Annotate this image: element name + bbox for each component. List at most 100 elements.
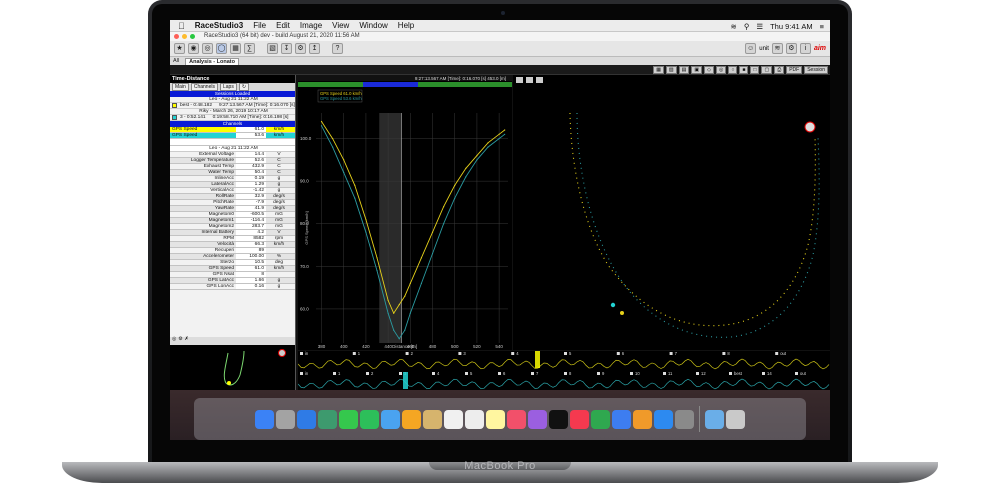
zoom-window-icon[interactable]: [190, 34, 195, 39]
pages-icon[interactable]: [633, 409, 652, 429]
tab-main[interactable]: Main: [172, 83, 189, 91]
tab-laps[interactable]: Laps: [219, 83, 237, 91]
view-btn-7-icon[interactable]: ○: [728, 66, 738, 74]
tab-channels[interactable]: Channels: [190, 83, 218, 91]
menu-help[interactable]: Help: [398, 21, 414, 30]
menu-file[interactable]: File: [253, 21, 266, 30]
minimize-window-icon[interactable]: [182, 34, 187, 39]
wifi-device-icon[interactable]: ≋: [771, 43, 783, 54]
menu-view[interactable]: View: [332, 21, 349, 30]
channel-value: 61.0: [236, 127, 266, 132]
track-map-panel[interactable]: [513, 75, 830, 350]
session-button[interactable]: Session: [804, 66, 828, 74]
music-icon[interactable]: [507, 409, 526, 429]
messages-icon[interactable]: [339, 409, 358, 429]
help-icon[interactable]: ?: [332, 43, 343, 54]
view-btn-4-icon[interactable]: ▣: [691, 66, 703, 74]
map-tool-icon[interactable]: ✗: [185, 337, 189, 345]
channel-search[interactable]: [170, 139, 295, 146]
settings-icon[interactable]: ⚙: [295, 43, 306, 54]
x-tick-label: 480: [429, 344, 437, 349]
control-center-icon[interactable]: ☰: [756, 22, 763, 31]
channel-cell-n: GPS LatAcc: [207, 278, 234, 283]
view-btn-10-icon[interactable]: ▢: [761, 66, 773, 74]
map-tool-3-icon[interactable]: [536, 77, 543, 83]
podcasts-icon[interactable]: [528, 409, 547, 429]
refresh-icon[interactable]: ↻: [238, 83, 250, 91]
lap-strips[interactable]: in12345678outin123456789101112best14out: [297, 351, 830, 390]
channel-cell-n: Sterzo: [220, 260, 234, 265]
map-tool-1-icon[interactable]: [516, 77, 523, 83]
view-btn-2-icon[interactable]: ▧: [665, 66, 677, 74]
gear-icon[interactable]: ⚙: [785, 43, 797, 54]
view-btn-6-icon[interactable]: ◎: [715, 66, 727, 74]
reminders-icon[interactable]: [465, 409, 484, 429]
sessions-icon[interactable]: ▦: [230, 43, 241, 54]
person-icon[interactable]: ☺: [745, 43, 757, 54]
menu-window[interactable]: Window: [359, 21, 387, 30]
x-axis-label: Distance [m]: [392, 344, 417, 349]
finder-icon[interactable]: [255, 409, 274, 429]
unit-label[interactable]: unit: [759, 46, 769, 52]
zoom-icon[interactable]: ◎: [172, 337, 176, 345]
facetime-icon[interactable]: [360, 409, 379, 429]
analysis-icon[interactable]: ◎: [202, 43, 213, 54]
news-icon[interactable]: [570, 409, 589, 429]
view-btn-1-icon[interactable]: ▦: [653, 66, 664, 74]
app-store-icon[interactable]: [654, 409, 673, 429]
notification-icon[interactable]: ≡: [820, 22, 824, 31]
track-minimap[interactable]: [170, 345, 295, 390]
channel-table-row[interactable]: GPS LonAcc 0.16 g: [170, 284, 295, 290]
session-label: Leo - Aug 21 11:22 AM: [209, 97, 258, 102]
export-icon[interactable]: ↥: [309, 43, 320, 54]
system-preferences-icon[interactable]: [675, 409, 694, 429]
device-icon[interactable]: ◉: [188, 43, 199, 54]
numbers-icon[interactable]: [591, 409, 610, 429]
apple-menu-icon[interactable]: : [178, 21, 185, 31]
star-icon[interactable]: ★: [174, 43, 185, 54]
math-icon[interactable]: ∑: [244, 43, 255, 54]
download-icon[interactable]: ↧: [281, 43, 292, 54]
view-btn-9-icon[interactable]: □: [750, 66, 760, 74]
time-distance-chart[interactable]: 9:27:13.567 AM [Time]: 0:16.070 [s] 453.…: [298, 75, 512, 350]
safari-icon[interactable]: [297, 409, 316, 429]
trash-icon[interactable]: [726, 409, 745, 429]
map-tool-2-icon[interactable]: [526, 77, 533, 83]
folder-icon[interactable]: [705, 409, 724, 429]
calendar-icon[interactable]: [444, 409, 463, 429]
tab-all[interactable]: All: [173, 58, 179, 64]
photo-icon[interactable]: [318, 409, 337, 429]
mail-icon[interactable]: [381, 409, 400, 429]
view-btn-5-icon[interactable]: ◇: [704, 66, 714, 74]
channel-cell-u: mG: [275, 224, 283, 229]
channel-cell-v: 14.4: [236, 152, 266, 157]
calculator-icon[interactable]: ▧: [267, 43, 278, 54]
channel-cell-v: 0.19: [236, 176, 266, 181]
menu-edit[interactable]: Edit: [276, 21, 290, 30]
notes2-icon[interactable]: [486, 409, 505, 429]
chart-header: 9:27:13.567 AM [Time]: 0:16.070 [s] 453.…: [415, 76, 506, 81]
menu-app[interactable]: RaceStudio3: [195, 21, 243, 30]
series-point-1: [398, 304, 400, 306]
notes-icon[interactable]: [423, 409, 442, 429]
view-btn-3-icon[interactable]: ▤: [678, 66, 690, 74]
photos-icon[interactable]: [402, 409, 421, 429]
keynote-icon[interactable]: [612, 409, 631, 429]
lap-checkbox: [722, 352, 726, 355]
map-settings-icon[interactable]: ⚙: [178, 337, 182, 345]
menu-image[interactable]: Image: [300, 21, 322, 30]
tab-analysis[interactable]: Analysis - Lonato: [185, 57, 239, 65]
view-btn-8-icon[interactable]: ■: [739, 66, 749, 74]
lap-label: 9: [602, 371, 605, 376]
launchpad-icon[interactable]: [276, 409, 295, 429]
tracks-icon[interactable]: ◯: [216, 43, 227, 54]
tv-icon[interactable]: [549, 409, 568, 429]
search-icon[interactable]: ⚲: [744, 22, 750, 31]
menubar-clock[interactable]: Thu 9:41 AM: [770, 22, 813, 31]
pdf-button[interactable]: PDF: [786, 66, 803, 74]
close-window-icon[interactable]: [174, 34, 179, 39]
series-point-1: [409, 282, 411, 284]
print-icon[interactable]: ⎙: [774, 66, 785, 74]
wifi-icon[interactable]: ≋: [731, 22, 737, 31]
info-icon[interactable]: i: [799, 43, 811, 54]
